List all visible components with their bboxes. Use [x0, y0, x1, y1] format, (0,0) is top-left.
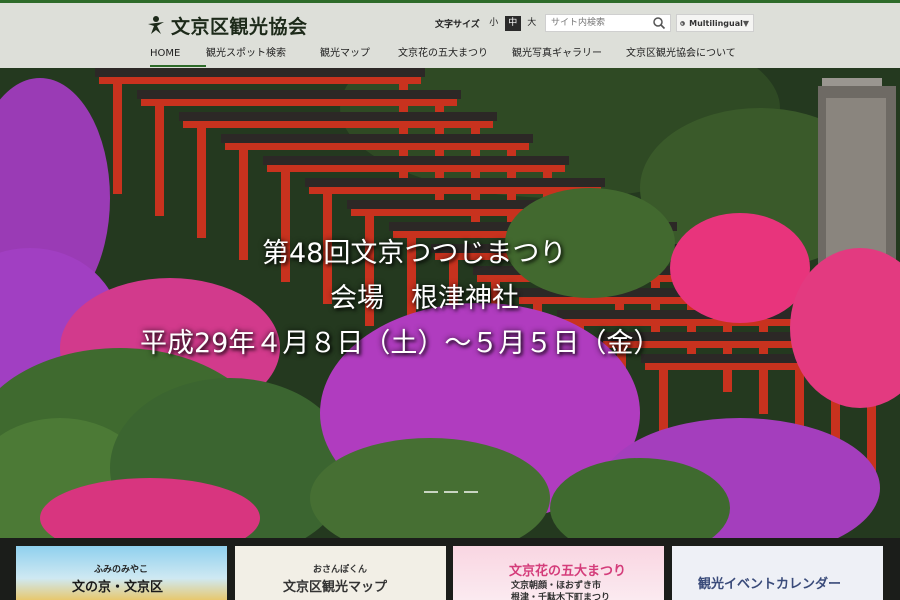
- banner-title: 観光イベントカレンダー: [698, 577, 842, 592]
- slider-dots: [424, 491, 484, 493]
- font-size-small-button[interactable]: 小: [486, 16, 502, 31]
- font-size-control: 文字サイズ 小 中 大: [435, 15, 543, 31]
- torii-crossbar: [183, 121, 493, 128]
- site-logo[interactable]: 文京区観光協会: [146, 12, 308, 38]
- banner-bunkyo[interactable]: ふみのみやこ 文の京・文京区: [16, 546, 227, 600]
- nav-item-spot-search[interactable]: 観光スポット検索: [206, 45, 320, 67]
- banner-five-festivals[interactable]: 文京花の五大まつり 文京朝顔・ほおずき市 根津・千駄木下町まつり: [453, 546, 664, 600]
- hero-slider[interactable]: 第48回文京つつじまつり 会場 根津神社 平成29年４月８日（土）～５月５日（金…: [0, 68, 900, 538]
- banner-sub: ふみのみやこ: [94, 565, 149, 575]
- nav-item-gallery[interactable]: 観光写真ギャラリー: [512, 45, 626, 67]
- torii-pillar: [197, 128, 206, 238]
- hero-venue: 会場 根津神社: [330, 283, 519, 314]
- banner-event-calendar[interactable]: 観光イベントカレンダー: [672, 546, 883, 600]
- torii-beam: [263, 156, 569, 165]
- site-logo-text: 文京区観光協会: [171, 15, 308, 38]
- language-select[interactable]: Multilingual ▼: [676, 14, 754, 32]
- slider-dot[interactable]: [424, 491, 438, 493]
- torii-pillar: [239, 150, 248, 260]
- torii-crossbar: [99, 77, 421, 84]
- font-size-label: 文字サイズ: [435, 19, 480, 30]
- banner-extra: 根津・千駄木下町まつり: [511, 593, 611, 600]
- site-search: [545, 14, 671, 32]
- nav-item-home[interactable]: HOME: [150, 45, 206, 67]
- banner-title: 文京花の五大まつり: [509, 564, 627, 579]
- banner-title: 文の京・文京区: [72, 580, 164, 595]
- torii-crossbar: [267, 165, 565, 172]
- torii-crossbar: [225, 143, 529, 150]
- slider-dot[interactable]: [464, 491, 478, 493]
- torii-pillar: [113, 84, 122, 194]
- nav-item-map[interactable]: 観光マップ: [320, 45, 398, 67]
- torii-beam: [221, 134, 533, 143]
- torii-beam: [179, 112, 497, 121]
- hero-dates: 平成29年４月８日（土）～５月５日（金）: [140, 328, 661, 359]
- chevron-down-icon: ▼: [742, 18, 749, 28]
- torii-pillar: [155, 106, 164, 216]
- hero-title: 第48回文京つつじまつり: [262, 238, 567, 269]
- site-header: 文京区観光協会 文字サイズ 小 中 大 Multilingual ▼ HOME …: [0, 3, 900, 68]
- nav-item-five-festivals[interactable]: 文京花の五大まつり: [398, 45, 512, 67]
- slider-dot[interactable]: [444, 491, 458, 493]
- language-label: Multilingual: [689, 18, 743, 28]
- font-size-large-button[interactable]: 大: [524, 16, 540, 31]
- banner-row: ふみのみやこ 文の京・文京区 おさんぽくん 文京区観光マップ 文京花の五大まつり…: [0, 538, 900, 600]
- torii-crossbar: [141, 99, 457, 106]
- torii-beam: [305, 178, 605, 187]
- globe-icon: [680, 20, 685, 26]
- torii-beam: [95, 68, 425, 77]
- banner-map[interactable]: おさんぽくん 文京区観光マップ: [235, 546, 446, 600]
- banner-title: 文京区観光マップ: [283, 580, 388, 595]
- search-icon[interactable]: [652, 16, 666, 30]
- banner-sub: おさんぽくん: [313, 565, 368, 575]
- nav-item-about[interactable]: 文京区観光協会について: [626, 45, 752, 67]
- main-nav: HOME 観光スポット検索 観光マップ 文京花の五大まつり 観光写真ギャラリー …: [150, 45, 752, 67]
- person-logo-icon: [148, 16, 164, 34]
- search-input[interactable]: [546, 15, 650, 31]
- torii-beam: [137, 90, 461, 99]
- font-size-medium-button[interactable]: 中: [504, 15, 521, 31]
